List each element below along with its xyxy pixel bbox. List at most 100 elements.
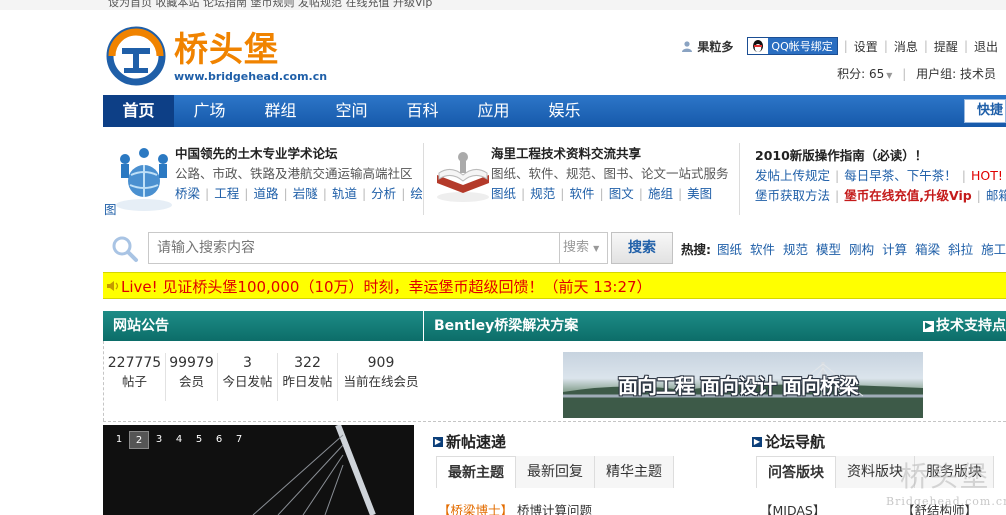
bentley-title[interactable]: Bentley桥梁解决方案	[434, 318, 578, 334]
bentley-banner[interactable]: 面向工程 面向设计 面向桥梁	[563, 352, 923, 418]
slider-page[interactable]: 3	[149, 431, 169, 449]
hot-tag[interactable]: 箱梁	[915, 242, 940, 257]
intro-panels: 中国领先的土木专业学术论坛 公路、市政、铁路及港航交通运输高端社区 桥梁 | 工程 |…	[103, 131, 1006, 221]
hot-tag[interactable]: 规范	[783, 242, 808, 257]
link-analysis[interactable]: 分析	[371, 186, 396, 201]
stat-value: 322	[294, 355, 321, 371]
watermark-url: Bridgehead.com.cn	[886, 495, 1006, 508]
nav-item-home[interactable]: 首页	[103, 95, 174, 127]
list-item[interactable]: 【桥梁博士】 桥博计算问题	[438, 500, 592, 515]
link-road[interactable]: 道路	[253, 186, 278, 201]
link-engineering[interactable]: 工程	[214, 186, 239, 201]
board-link[interactable]: 【MIDAS】	[760, 503, 825, 515]
reminders-link[interactable]: 提醒	[934, 38, 958, 55]
open-book-icon	[437, 152, 489, 202]
slider-page[interactable]: 1	[109, 431, 129, 449]
new-posts-title: ▶ 新帖速递	[433, 431, 506, 452]
stat-yesterday: 322 昨日发帖	[278, 353, 338, 401]
link-posting-rules[interactable]: 发帖上传规定	[755, 168, 830, 183]
link-tunnel[interactable]: 岩隧	[293, 186, 318, 201]
top-links-strip: 设为首页 收藏本站 论坛指南 堡币规则 发帖规范 在线充值 升级Vip	[0, 0, 1006, 10]
settings-link[interactable]: 设置	[854, 38, 878, 55]
hot-tag[interactable]: 施工	[981, 242, 1006, 257]
link-drawing[interactable]: 绘	[410, 186, 423, 201]
tab-latest-topics[interactable]: 最新主题	[436, 456, 516, 488]
nav-item-plaza[interactable]: 广场	[174, 95, 245, 127]
link-software[interactable]: 软件	[569, 186, 594, 201]
hot-tag[interactable]: 软件	[750, 242, 775, 257]
post-category[interactable]: 【桥梁博士】	[438, 503, 513, 515]
new-posts-title-text: 新帖速递	[446, 433, 507, 451]
site-logo[interactable]: 桥头堡 www.bridgehead.com.cn	[104, 20, 327, 88]
tab-latest-replies[interactable]: 最新回复	[516, 456, 595, 488]
forum-nav-title-text: 论坛导航	[765, 433, 826, 451]
separator: |	[883, 39, 888, 53]
live-announcement-bar[interactable]: Live! 见证桥头堡100,000（10万）时刻，幸运堡币超级回馈！（前天 1…	[103, 272, 1006, 299]
slider-page-active[interactable]: 2	[129, 431, 149, 449]
link-drawings[interactable]: 图纸	[491, 186, 516, 201]
username-link[interactable]: 果粒多	[697, 38, 733, 55]
separator: |	[923, 39, 928, 53]
link-mailbox[interactable]: 邮箱	[986, 188, 1006, 203]
hot-tag[interactable]: 刚构	[849, 242, 874, 257]
people-globe-icon	[116, 148, 172, 211]
image-slider[interactable]: 1 2 3 4 5 6 7	[103, 425, 414, 515]
logout-link[interactable]: 退出	[974, 38, 998, 55]
nav-item-space[interactable]: 空间	[316, 95, 387, 127]
tab-qa-boards[interactable]: 问答版块	[756, 456, 836, 488]
stat-value: 227775	[107, 355, 162, 371]
nav-item-apps[interactable]: 应用	[458, 95, 529, 127]
hot-tag[interactable]: 图纸	[717, 242, 742, 257]
link-overflow[interactable]: 图	[104, 199, 117, 218]
link-rail[interactable]: 轨道	[332, 186, 357, 201]
search-type-select[interactable]: 搜索 ▼	[560, 232, 608, 264]
messages-link[interactable]: 消息	[894, 38, 918, 55]
points-dropdown[interactable]: 积分: 65 ▼	[837, 67, 892, 81]
top-links-text[interactable]: 设为首页 收藏本站 论坛指南 堡币规则 发帖规范 在线充值 升级Vip	[108, 0, 432, 10]
link-gallery[interactable]: 美图	[687, 186, 712, 201]
search-button[interactable]: 搜索	[611, 232, 673, 264]
tech-support-link[interactable]: ▶ 技术支持点	[923, 311, 1006, 341]
slider-page[interactable]: 5	[189, 431, 209, 449]
nav-item-entertainment[interactable]: 娱乐	[529, 95, 600, 127]
link-recharge-vip[interactable]: 堡币在线充值,升级Vip	[844, 188, 971, 203]
quick-menu-button[interactable]: 快捷	[964, 99, 1006, 123]
slider-page[interactable]: 4	[169, 431, 189, 449]
hot-tag[interactable]: 斜拉	[948, 242, 973, 257]
arrow-right-icon: ▶	[752, 436, 762, 447]
link-hot[interactable]: HOT! 兴	[971, 168, 1006, 183]
live-announcement-text[interactable]: Live! 见证桥头堡100,000（10万）时刻，幸运堡币超级回馈！（前天 1…	[121, 276, 652, 297]
hot-tag[interactable]: 模型	[816, 242, 841, 257]
list-item[interactable]: 【MIDAS】	[760, 500, 825, 515]
slider-page[interactable]: 7	[229, 431, 249, 449]
stat-value: 909	[367, 355, 395, 371]
link-coin-method[interactable]: 堡币获取方法	[755, 188, 830, 203]
nav-item-groups[interactable]: 群组	[245, 95, 316, 127]
link-pictures[interactable]: 图文	[609, 186, 634, 201]
points-label: 积分: 65	[837, 67, 885, 81]
panel-line: 堡币获取方法 | 堡币在线充值,升级Vip | 邮箱	[755, 186, 1006, 206]
link-daily-tea[interactable]: 每日早茶、下午茶！	[844, 168, 957, 183]
hot-tag[interactable]: 计算	[882, 242, 907, 257]
hot-search: 热搜: 图纸 软件 规范 模型 刚构 计算 箱梁 斜拉 施工	[681, 239, 1006, 258]
caret-down-icon: ▼	[593, 244, 600, 253]
tab-featured[interactable]: 精华主题	[595, 456, 674, 488]
qq-bind-button[interactable]: QQ帐号绑定	[747, 37, 838, 55]
slider-page[interactable]: 6	[209, 431, 229, 449]
panel-line: 图纸、软件、规范、图书、论文一站式服务	[491, 166, 729, 181]
link-bridge[interactable]: 桥梁	[175, 186, 200, 201]
link-construction[interactable]: 施组	[648, 186, 673, 201]
banner-text: 面向工程 面向设计 面向桥梁	[618, 374, 859, 398]
stat-value: 3	[243, 355, 252, 371]
separator: |	[963, 39, 968, 53]
panel-title[interactable]: 2010新版操作指南（必读）！	[755, 145, 1006, 164]
link-codes[interactable]: 规范	[530, 186, 555, 201]
watermark: 桥头堡 Bridgehead.com.cn	[886, 455, 1006, 513]
nav-item-wiki[interactable]: 百科	[387, 95, 458, 127]
post-title[interactable]: 桥博计算问题	[517, 503, 592, 515]
search-input[interactable]	[149, 233, 559, 263]
divider	[423, 143, 424, 215]
separator: |	[843, 39, 848, 53]
watermark-text: 桥头堡	[900, 460, 991, 493]
stat-label: 会员	[178, 374, 204, 389]
